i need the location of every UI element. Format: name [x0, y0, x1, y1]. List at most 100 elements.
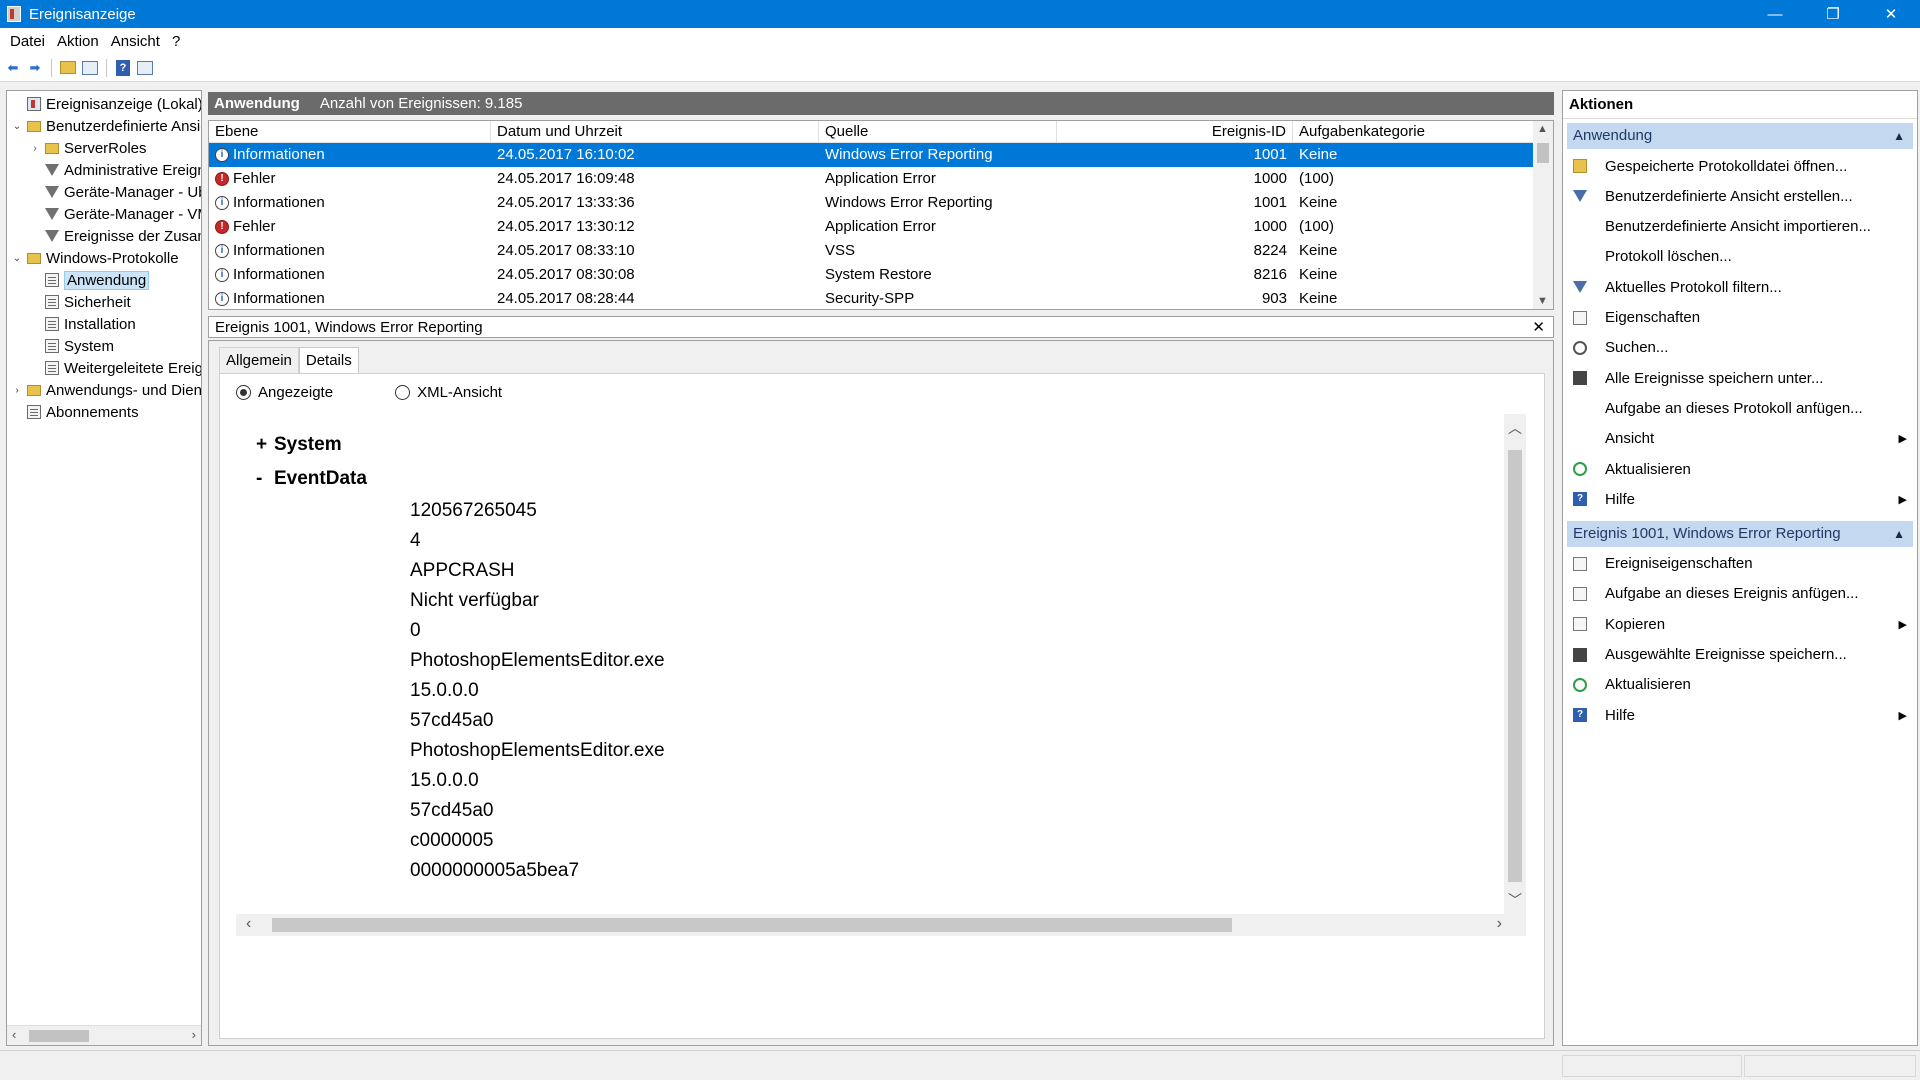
tree-horizontal-scrollbar[interactable]: ‹ › — [7, 1025, 201, 1045]
maximize-button[interactable]: ❐ — [1804, 0, 1862, 28]
menu-datei[interactable]: Datei — [4, 33, 51, 50]
column-ebene[interactable]: Ebene — [209, 121, 491, 143]
close-detail-icon[interactable]: ✕ — [1532, 318, 1545, 336]
scroll-up-icon[interactable]: ▲ — [1537, 123, 1548, 135]
action-gespeicherte-protokolldatei-öffnen[interactable]: Gespeicherte Protokolldatei öffnen... — [1567, 151, 1913, 181]
tab-details[interactable]: Details — [298, 347, 359, 373]
tree-item-serverroles[interactable]: › ServerRoles — [29, 137, 146, 159]
tree-item-system[interactable]: System — [29, 335, 114, 357]
tree-item-custom-views[interactable]: ⌄ Benutzerdefinierte Ansichten — [11, 115, 201, 137]
filter-icon — [1573, 190, 1587, 203]
table-row[interactable]: ! Fehler 24.05.2017 16:09:48 Application Er… — [209, 167, 1533, 191]
action-ausgewählte-ereignisse-speichern[interactable]: Ausgewählte Ereignisse speichern... — [1567, 640, 1913, 670]
tree-item-device-manager-1[interactable]: Geräte-Manager - Ubuntu — [29, 181, 201, 203]
column-ereignis-id[interactable]: Ereignis-ID — [1057, 121, 1293, 143]
actions-section-header[interactable]: Ereignis 1001, Windows Error Reporting ▲ — [1567, 520, 1913, 547]
help-icon: ? — [1573, 492, 1587, 507]
properties-icon[interactable] — [136, 59, 154, 77]
back-arrow-icon[interactable]: ⬅ — [4, 59, 22, 77]
action-aktualisieren[interactable]: Aktualisieren — [1567, 670, 1913, 700]
action-hilfe[interactable]: ? Hilfe ▶ — [1567, 484, 1913, 514]
table-row[interactable]: i Informationen 24.05.2017 16:10:02 Windows… — [209, 143, 1533, 167]
tree-item-abonnements[interactable]: Abonnements — [11, 401, 139, 423]
tree-item-installation[interactable]: Installation — [29, 313, 136, 335]
scroll-down-icon[interactable]: ▼ — [1537, 295, 1548, 307]
action-aktuelles-protokoll-filtern[interactable]: Aktuelles Protokoll filtern... — [1567, 272, 1913, 302]
action-eigenschaften[interactable]: Eigenschaften — [1567, 303, 1913, 333]
radio-xml-ansicht[interactable] — [395, 385, 411, 400]
tree-item-summary-events[interactable]: Ereignisse der Zusammenfassung — [29, 225, 201, 247]
chevron-right-icon[interactable]: › — [11, 385, 23, 396]
column-datum[interactable]: Datum und Uhrzeit — [491, 121, 819, 143]
action-label: Suchen... — [1605, 339, 1669, 357]
table-row[interactable]: i Informationen 24.05.2017 08:33:10 VSS 8224… — [209, 239, 1533, 263]
radio-angezeigte[interactable] — [236, 385, 251, 400]
chevron-right-icon[interactable]: › — [29, 143, 41, 154]
action-ereigniseigenschaften[interactable]: Ereigniseigenschaften — [1567, 549, 1913, 579]
action-benutzerdefinierte-ansicht-importieren[interactable]: Benutzerdefinierte Ansicht importieren..… — [1567, 212, 1913, 242]
tree-item-anwendung[interactable]: Anwendung — [29, 269, 150, 291]
action-protokoll-löschen[interactable]: Protokoll löschen... — [1567, 242, 1913, 272]
tree-item-root[interactable]: Ereignisanzeige (Lokal) — [11, 93, 201, 115]
scrollbar-thumb[interactable] — [272, 918, 1232, 932]
section-system[interactable]: + System — [256, 434, 342, 456]
column-quelle[interactable]: Quelle — [819, 121, 1057, 143]
action-hilfe[interactable]: ? Hilfe ▶ — [1567, 700, 1913, 730]
event-data-horizontal-scrollbar[interactable]: ‹ › — [236, 914, 1526, 936]
table-row[interactable]: ! Fehler 24.05.2017 13:30:12 Application Er… — [209, 215, 1533, 239]
action-benutzerdefinierte-ansicht-erstellen[interactable]: Benutzerdefinierte Ansicht erstellen... — [1567, 181, 1913, 211]
tree-item-admin-events[interactable]: Administrative Ereignisse — [29, 159, 201, 181]
tree-item-device-manager-2[interactable]: Geräte-Manager - VM — [29, 203, 201, 225]
action-aufgabe-an-dieses-ereignis-anfügen[interactable]: Aufgabe an dieses Ereignis anfügen... — [1567, 579, 1913, 609]
up-folder-icon[interactable] — [59, 59, 77, 77]
minimize-button[interactable]: — — [1746, 0, 1804, 28]
status-bar — [0, 1050, 1920, 1080]
radio-angezeigte-label[interactable]: Angezeigte — [258, 384, 333, 401]
actions-section-label: Ereignis 1001, Windows Error Reporting — [1573, 524, 1841, 542]
menu-ansicht[interactable]: Ansicht — [105, 33, 166, 50]
action-suchen[interactable]: Suchen... — [1567, 333, 1913, 363]
table-header: Ebene Datum und Uhrzeit Quelle Ereignis-… — [209, 121, 1533, 143]
collapse-icon[interactable]: ▲ — [1893, 521, 1905, 547]
collapse-icon[interactable]: ▲ — [1893, 123, 1905, 149]
scrollbar-thumb[interactable] — [1508, 450, 1522, 882]
forward-arrow-icon[interactable]: ➡ — [26, 59, 44, 77]
scroll-right-icon[interactable]: › — [192, 1027, 196, 1042]
details-tab-body: Angezeigte XML-Ansicht + System - EventDat… — [219, 373, 1545, 1039]
scroll-right-icon[interactable]: › — [1497, 915, 1502, 933]
tree-item-sicherheit[interactable]: Sicherheit — [29, 291, 131, 313]
scroll-left-icon[interactable]: ‹ — [12, 1027, 16, 1042]
help-icon[interactable]: ? — [114, 59, 132, 77]
folder-icon — [27, 120, 41, 132]
scrollbar-thumb[interactable] — [1537, 143, 1549, 163]
menu-help[interactable]: ? — [166, 33, 186, 50]
properties-icon — [1573, 310, 1587, 325]
scroll-up-icon[interactable]: ︿ — [1508, 418, 1522, 438]
scroll-left-icon[interactable]: ‹ — [246, 915, 251, 933]
tab-allgemein[interactable]: Allgemein — [219, 347, 299, 373]
chevron-down-icon[interactable]: ⌄ — [11, 253, 23, 264]
table-row[interactable]: i Informationen 24.05.2017 08:28:44 Securit… — [209, 287, 1533, 309]
action-alle-ereignisse-speichern-unter[interactable]: Alle Ereignisse speichern unter... — [1567, 363, 1913, 393]
tree-item-forwarded-events[interactable]: Weitergeleitete Ereignisse — [29, 357, 201, 379]
action-kopieren[interactable]: Kopieren ▶ — [1567, 609, 1913, 639]
chevron-down-icon[interactable]: ⌄ — [11, 121, 23, 132]
action-ansicht[interactable]: Ansicht ▶ — [1567, 424, 1913, 454]
table-row[interactable]: i Informationen 24.05.2017 13:33:36 Windows… — [209, 191, 1533, 215]
table-vertical-scrollbar[interactable]: ▲ ▼ — [1533, 121, 1553, 309]
show-hide-tree-icon[interactable] — [81, 59, 99, 77]
table-row[interactable]: i Informationen 24.05.2017 08:30:08 System … — [209, 263, 1533, 287]
scrollbar-thumb[interactable] — [29, 1030, 89, 1042]
radio-xml-ansicht-label[interactable]: XML-Ansicht — [417, 384, 502, 401]
scroll-down-icon[interactable]: ﹀ — [1508, 890, 1522, 910]
column-aufgabenkategorie[interactable]: Aufgabenkategorie — [1293, 121, 1533, 143]
event-data-vertical-scrollbar[interactable]: ︿ ﹀ — [1504, 414, 1526, 914]
section-eventdata[interactable]: - EventData — [256, 468, 367, 490]
action-aufgabe-an-dieses-protokoll-anfügen[interactable]: Aufgabe an dieses Protokoll anfügen... — [1567, 393, 1913, 423]
action-aktualisieren[interactable]: Aktualisieren — [1567, 454, 1913, 484]
actions-section-header[interactable]: Anwendung ▲ — [1567, 123, 1913, 149]
tree-item-windows-logs[interactable]: ⌄ Windows-Protokolle — [11, 247, 179, 269]
close-button[interactable]: ✕ — [1862, 0, 1920, 28]
tree-item-app-service-logs[interactable]: › Anwendungs- und Dienstprotokolle — [11, 379, 201, 401]
menu-aktion[interactable]: Aktion — [51, 33, 105, 50]
